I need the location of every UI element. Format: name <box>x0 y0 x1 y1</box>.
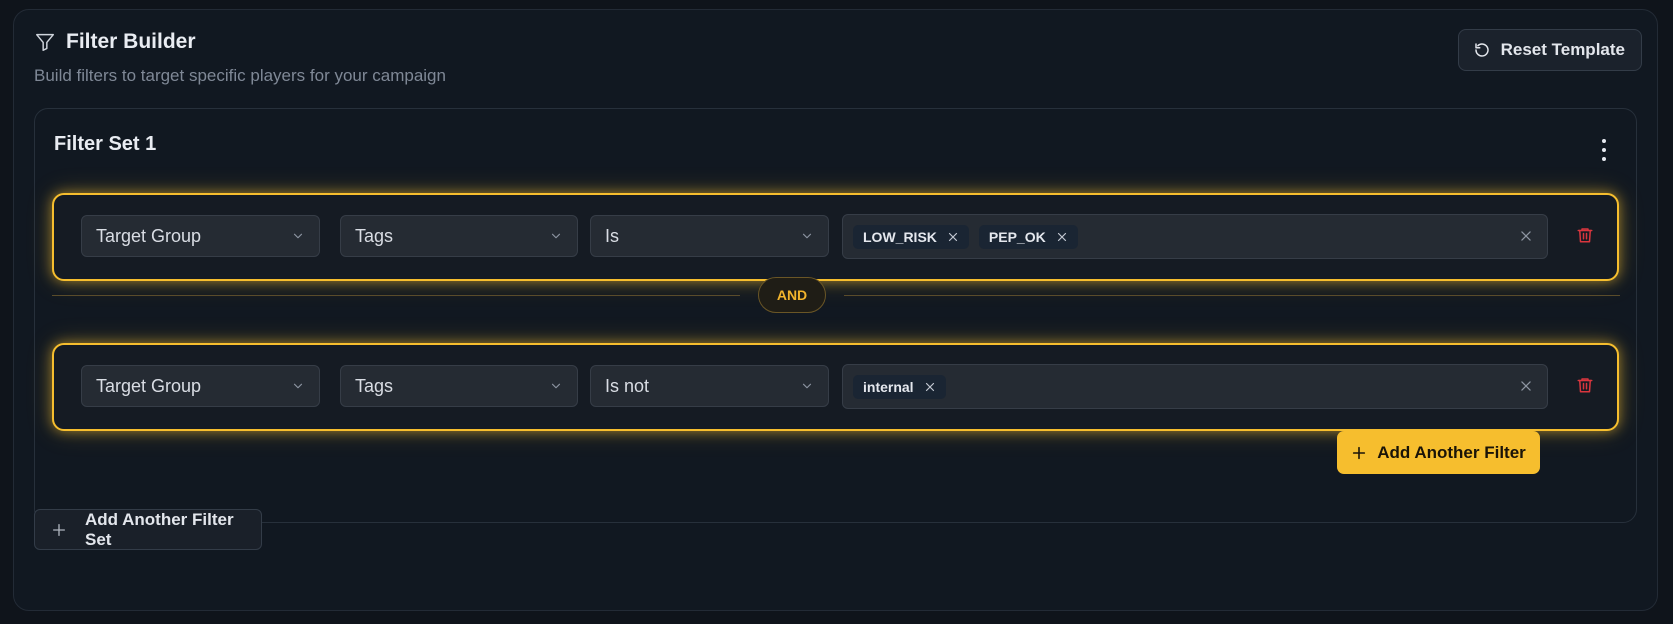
filter-row: Target Group Tags Is not internal <box>52 343 1619 431</box>
value-chip-label: internal <box>863 378 914 395</box>
value-chip: internal <box>853 374 946 399</box>
values-multiselect[interactable]: LOW_RISK PEP_OK <box>842 214 1548 259</box>
attribute-select[interactable]: Tags <box>340 215 578 257</box>
chevron-down-icon <box>800 379 814 393</box>
field-select-value: Target Group <box>96 225 202 246</box>
chevron-down-icon <box>291 229 305 243</box>
trash-icon[interactable] <box>1576 225 1594 245</box>
connector-line <box>52 295 740 296</box>
filter-funnel-icon <box>34 31 56 53</box>
title-row: Filter Builder <box>34 30 446 54</box>
attribute-select-value: Tags <box>355 375 394 396</box>
reset-template-button[interactable]: Reset Template <box>1457 29 1642 71</box>
chevron-down-icon <box>549 379 563 393</box>
add-another-filter-button[interactable]: Add Another Filter <box>1337 431 1540 474</box>
operator-select-value: Is <box>605 225 620 246</box>
chevron-down-icon <box>549 229 563 243</box>
plus-icon <box>51 522 67 538</box>
add-another-filter-set-label: Add Another Filter Set <box>85 509 234 549</box>
value-chip: LOW_RISK <box>853 224 969 249</box>
chevron-down-icon <box>800 229 814 243</box>
operator-select-value: Is not <box>605 375 650 396</box>
field-select-value: Target Group <box>96 375 202 396</box>
values-multiselect[interactable]: internal <box>842 364 1548 409</box>
page-title: Filter Builder <box>66 30 196 53</box>
add-another-filter-label: Add Another Filter <box>1377 442 1526 462</box>
reset-icon <box>1473 41 1491 59</box>
remove-chip-icon[interactable] <box>1056 231 1068 243</box>
filter-set-title: Filter Set 1 <box>54 133 157 155</box>
trash-icon[interactable] <box>1576 375 1594 395</box>
remove-chip-icon[interactable] <box>924 381 936 393</box>
filter-set-card: Filter Set 1 Target Group Tags Is LOW_RI… <box>34 108 1637 523</box>
add-another-filter-set-button[interactable]: Add Another Filter Set <box>34 509 262 550</box>
field-select[interactable]: Target Group <box>81 215 320 257</box>
field-select[interactable]: Target Group <box>81 365 320 407</box>
value-chip: PEP_OK <box>978 224 1078 249</box>
value-chip-label: LOW_RISK <box>863 228 937 245</box>
chevron-down-icon <box>291 379 305 393</box>
operator-select[interactable]: Is <box>590 215 829 257</box>
clear-values-icon[interactable] <box>1519 229 1533 243</box>
value-chip-label: PEP_OK <box>988 228 1046 245</box>
connector-line <box>844 295 1620 296</box>
filter-builder-panel: Filter Builder Build filters to target s… <box>13 9 1658 611</box>
attribute-select[interactable]: Tags <box>340 365 578 407</box>
attribute-select-value: Tags <box>355 225 394 246</box>
clear-values-icon[interactable] <box>1519 379 1533 393</box>
more-vertical-icon[interactable] <box>1598 139 1610 161</box>
filter-row: Target Group Tags Is LOW_RISK PEP_OK <box>52 193 1619 281</box>
plus-icon <box>1351 445 1367 461</box>
filter-builder-header: Filter Builder Build filters to target s… <box>34 30 446 86</box>
page-subtitle: Build filters to target specific players… <box>34 66 446 85</box>
and-connector-badge[interactable]: AND <box>758 277 826 313</box>
remove-chip-icon[interactable] <box>947 231 959 243</box>
operator-select[interactable]: Is not <box>590 365 829 407</box>
reset-template-label: Reset Template <box>1500 40 1625 59</box>
